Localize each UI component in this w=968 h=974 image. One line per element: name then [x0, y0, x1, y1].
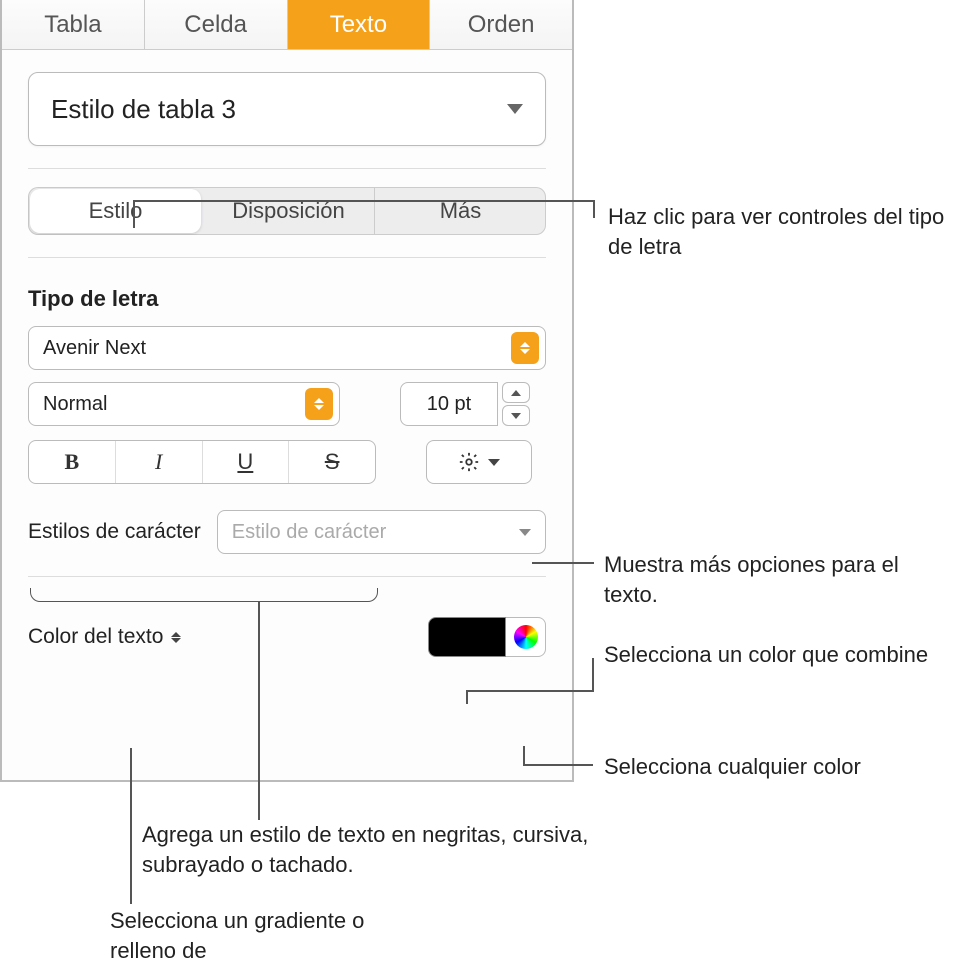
format-inspector-panel: Tabla Celda Texto Orden Estilo de tabla …: [0, 0, 574, 782]
gear-icon: [458, 451, 480, 473]
text-subtab-segment: Estilo Disposición Más: [28, 187, 546, 235]
callout-leader: [466, 690, 468, 704]
callout-any-color: Selecciona cualquier color: [604, 752, 964, 782]
callout-leader: [133, 200, 135, 228]
text-color-label: Color del texto: [28, 625, 163, 649]
paragraph-style-value: Estilo de tabla 3: [51, 94, 236, 125]
font-style-popup[interactable]: Normal: [28, 382, 340, 426]
strikethrough-button[interactable]: S: [289, 441, 375, 483]
chevron-down-icon: [488, 459, 500, 466]
divider: [28, 257, 546, 258]
callout-bracket: [30, 588, 378, 602]
tab-texto[interactable]: Texto: [288, 0, 431, 49]
text-color-controls: [428, 617, 546, 657]
popup-arrows-icon: [171, 632, 181, 643]
callout-more-options: Muestra más opciones para el texto.: [604, 550, 954, 609]
chevron-down-icon: [507, 104, 523, 114]
callout-leader: [466, 690, 592, 692]
callout-leader: [258, 602, 260, 820]
tab-orden[interactable]: Orden: [430, 0, 572, 49]
advanced-text-options-button[interactable]: [426, 440, 532, 484]
character-styles-label: Estilos de carácter: [28, 520, 201, 544]
callout-leader: [523, 746, 525, 764]
popup-arrows-icon: [305, 388, 333, 420]
callout-leader: [592, 658, 594, 692]
callout-match-color: Selecciona un color que combine: [604, 640, 954, 670]
font-section-label: Tipo de letra: [28, 286, 546, 312]
callout-font-controls: Haz clic para ver controles del tipo de …: [608, 202, 958, 261]
font-family-value: Avenir Next: [43, 337, 146, 360]
color-swatch-well[interactable]: [428, 617, 506, 657]
divider: [28, 576, 546, 577]
chevron-down-icon: [519, 529, 531, 536]
callout-bius: Agrega un estilo de texto en negritas, c…: [142, 820, 602, 879]
font-size-control: 10 pt: [400, 382, 530, 426]
callout-leader: [523, 764, 593, 766]
font-size-stepper: [502, 382, 530, 426]
italic-button[interactable]: I: [116, 441, 203, 483]
divider: [28, 168, 546, 169]
seg-disposicion[interactable]: Disposición: [203, 187, 375, 235]
font-style-value: Normal: [43, 393, 107, 416]
callout-leader: [133, 200, 593, 202]
text-color-popup[interactable]: Color del texto: [28, 625, 181, 649]
color-wheel-icon: [514, 625, 538, 649]
callout-gradient: Selecciona un gradiente o relleno de: [110, 906, 410, 965]
top-tab-bar: Tabla Celda Texto Orden: [2, 0, 572, 50]
seg-estilo[interactable]: Estilo: [30, 189, 201, 233]
stepper-up-button[interactable]: [502, 382, 530, 403]
callout-leader: [532, 562, 594, 564]
paragraph-style-dropdown[interactable]: Estilo de tabla 3: [28, 72, 546, 146]
bold-button[interactable]: B: [29, 441, 116, 483]
tab-tabla[interactable]: Tabla: [2, 0, 145, 49]
text-format-segment: B I U S: [28, 440, 376, 484]
character-style-popup[interactable]: Estilo de carácter: [217, 510, 546, 554]
popup-arrows-icon: [511, 332, 539, 364]
font-size-field[interactable]: 10 pt: [400, 382, 498, 426]
underline-button[interactable]: U: [203, 441, 290, 483]
color-wheel-button[interactable]: [506, 617, 546, 657]
callout-leader: [593, 200, 595, 218]
tab-celda[interactable]: Celda: [145, 0, 288, 49]
character-style-placeholder: Estilo de carácter: [232, 521, 387, 544]
font-family-popup[interactable]: Avenir Next: [28, 326, 546, 370]
seg-mas[interactable]: Más: [375, 187, 546, 235]
callout-leader: [130, 748, 132, 904]
stepper-down-button[interactable]: [502, 405, 530, 426]
